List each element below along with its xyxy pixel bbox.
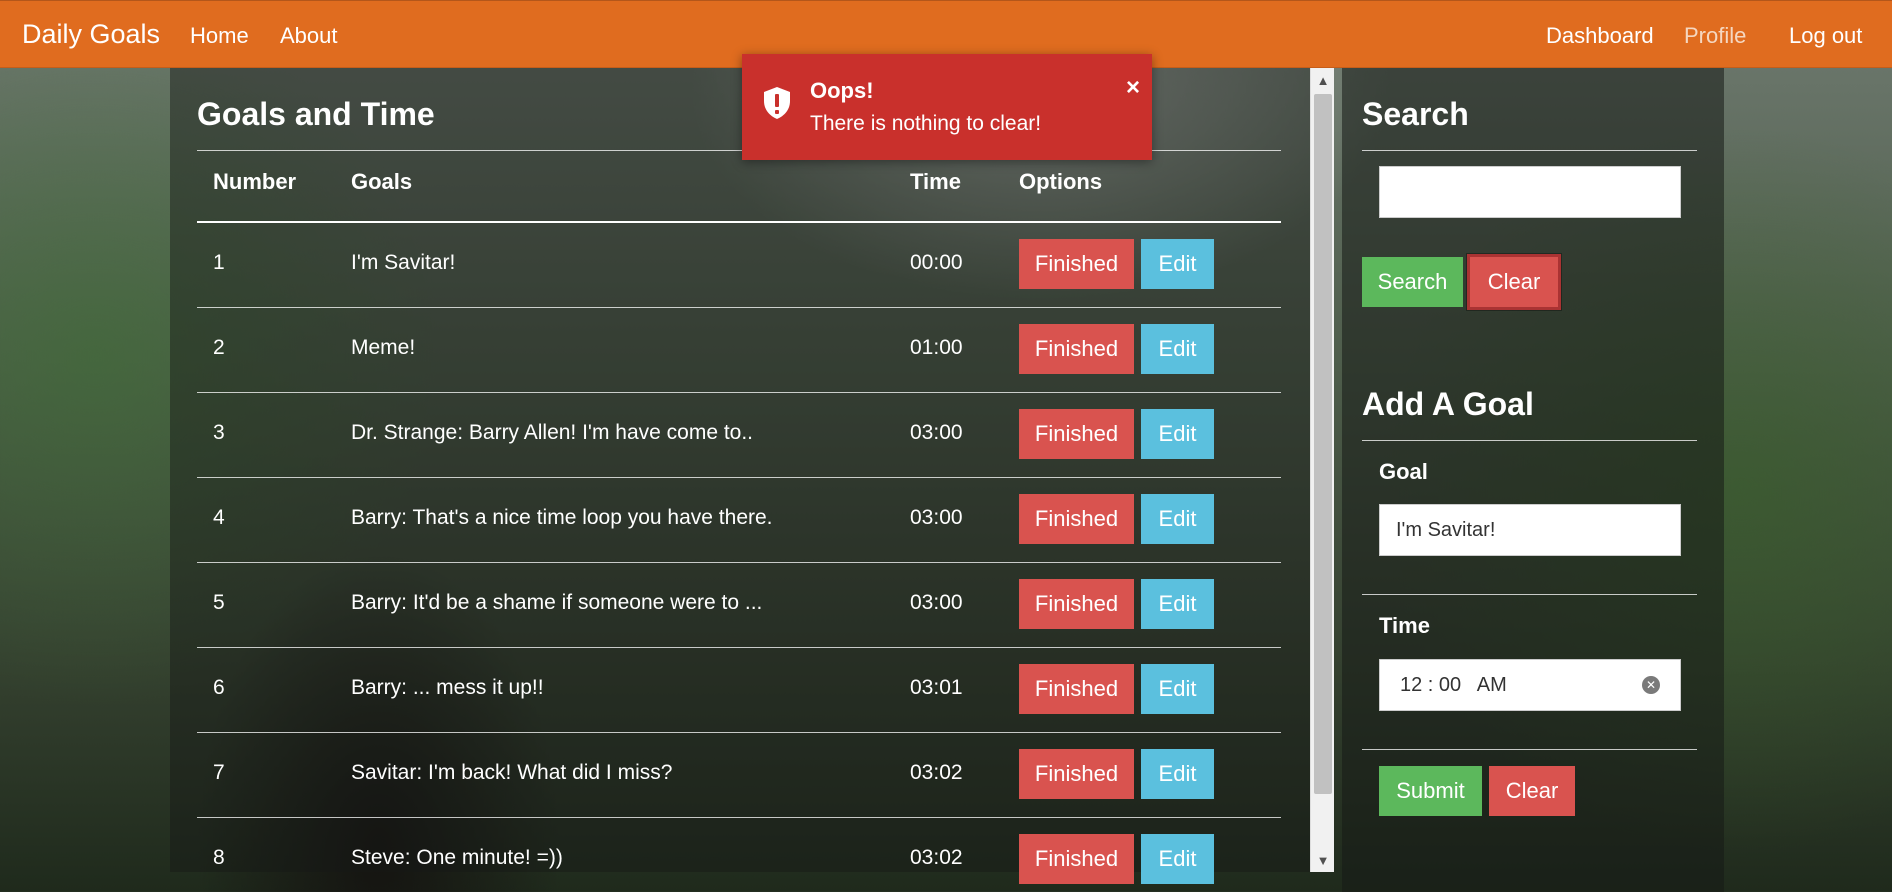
table-row: 8 Steve: One minute! =)) 03:02 Finished Edit [197,818,1281,892]
search-clear-button[interactable]: Clear [1467,254,1561,310]
edit-button[interactable]: Edit [1141,749,1214,799]
finished-button[interactable]: Finished [1019,494,1134,544]
search-divider [1362,150,1697,151]
brand-link[interactable]: Daily Goals [22,19,160,50]
goal-input[interactable]: I'm Savitar! [1379,504,1681,556]
scroll-up-icon[interactable]: ▲ [1311,68,1335,92]
goal-label: Goal [1379,459,1428,484]
nav-about-link[interactable]: About [280,23,338,49]
add-goal-divider [1362,440,1697,441]
search-input[interactable] [1379,166,1681,218]
row-number: 4 [213,506,225,529]
scroll-thumb[interactable] [1314,94,1332,794]
edit-button[interactable]: Edit [1141,239,1214,289]
close-icon[interactable]: × [1126,74,1140,102]
row-goal: Meme! [351,336,416,359]
row-time: 00:00 [910,251,963,274]
time-value: 12 : 00 AM [1400,673,1507,696]
add-goal-title: Add A Goal [1362,386,1534,422]
row-number: 7 [213,761,225,784]
submit-button[interactable]: Submit [1379,766,1482,816]
row-time: 01:00 [910,336,963,359]
goals-title: Goals and Time [197,96,435,132]
search-title: Search [1362,96,1469,132]
row-goal: Barry: ... mess it up!! [351,676,544,699]
edit-button[interactable]: Edit [1141,494,1214,544]
time-label: Time [1379,613,1430,638]
nav-profile-link[interactable]: Profile [1684,23,1746,49]
edit-button[interactable]: Edit [1141,664,1214,714]
error-toast: Oops! There is nothing to clear! × [742,54,1152,160]
header-options: Options [1019,169,1103,194]
toast-title: Oops! [810,78,874,103]
table-row: 4 Barry: That's a nice time loop you have… [197,478,1281,563]
table-row: 5 Barry: It'd be a shame if someone were … [197,563,1281,648]
row-goal: Savitar: I'm back! What did I miss? [351,761,673,784]
header-goals: Goals [351,169,413,194]
table-row: 3 Dr. Strange: Barry Allen! I'm have come… [197,393,1281,478]
shield-exclamation-icon [762,86,792,125]
row-time: 03:01 [910,676,963,699]
edit-button[interactable]: Edit [1141,579,1214,629]
clear-time-icon[interactable]: ✕ [1642,676,1660,694]
row-time: 03:00 [910,421,963,444]
row-number: 6 [213,676,225,699]
table-row: 2 Meme! 01:00 Finished Edit [197,308,1281,393]
row-number: 8 [213,846,225,869]
table-row: 1 I'm Savitar! 00:00 Finished Edit [197,223,1281,308]
row-number: 1 [213,251,225,274]
goal-divider [1362,594,1697,595]
nav-logout-link[interactable]: Log out [1789,23,1862,49]
row-goal: Barry: That's a nice time loop you have … [351,506,773,529]
row-goal: I'm Savitar! [351,251,456,274]
finished-button[interactable]: Finished [1019,239,1134,289]
search-button[interactable]: Search [1362,257,1463,307]
time-divider [1362,749,1697,750]
row-number: 2 [213,336,225,359]
row-time: 03:00 [910,506,963,529]
header-time: Time [910,169,961,194]
toast-message: There is nothing to clear! [810,112,1042,135]
finished-button[interactable]: Finished [1019,664,1134,714]
edit-button[interactable]: Edit [1141,834,1214,884]
add-goal-clear-button[interactable]: Clear [1489,766,1575,816]
edit-button[interactable]: Edit [1141,324,1214,374]
finished-button[interactable]: Finished [1019,324,1134,374]
table-row: 7 Savitar: I'm back! What did I miss? 03:0… [197,733,1281,818]
scroll-down-icon[interactable]: ▼ [1311,848,1335,872]
row-goal: Barry: It'd be a shame if someone were t… [351,591,763,614]
table-row: 6 Barry: ... mess it up!! 03:01 Finished Edi… [197,648,1281,733]
row-time: 03:02 [910,846,963,869]
row-time: 03:02 [910,761,963,784]
nav-dashboard-link[interactable]: Dashboard [1546,23,1654,49]
finished-button[interactable]: Finished [1019,579,1134,629]
nav-home-link[interactable]: Home [190,23,249,49]
row-time: 03:00 [910,591,963,614]
row-goal: Steve: One minute! =)) [351,846,563,869]
header-number: Number [213,169,297,194]
row-number: 3 [213,421,225,444]
goals-scrollbar[interactable]: ▲ ▼ [1310,68,1334,872]
finished-button[interactable]: Finished [1019,834,1134,884]
finished-button[interactable]: Finished [1019,409,1134,459]
finished-button[interactable]: Finished [1019,749,1134,799]
row-goal: Dr. Strange: Barry Allen! I'm have come … [351,421,754,444]
edit-button[interactable]: Edit [1141,409,1214,459]
time-input[interactable]: 12 : 00 AM ✕ [1379,659,1681,711]
row-number: 5 [213,591,225,614]
